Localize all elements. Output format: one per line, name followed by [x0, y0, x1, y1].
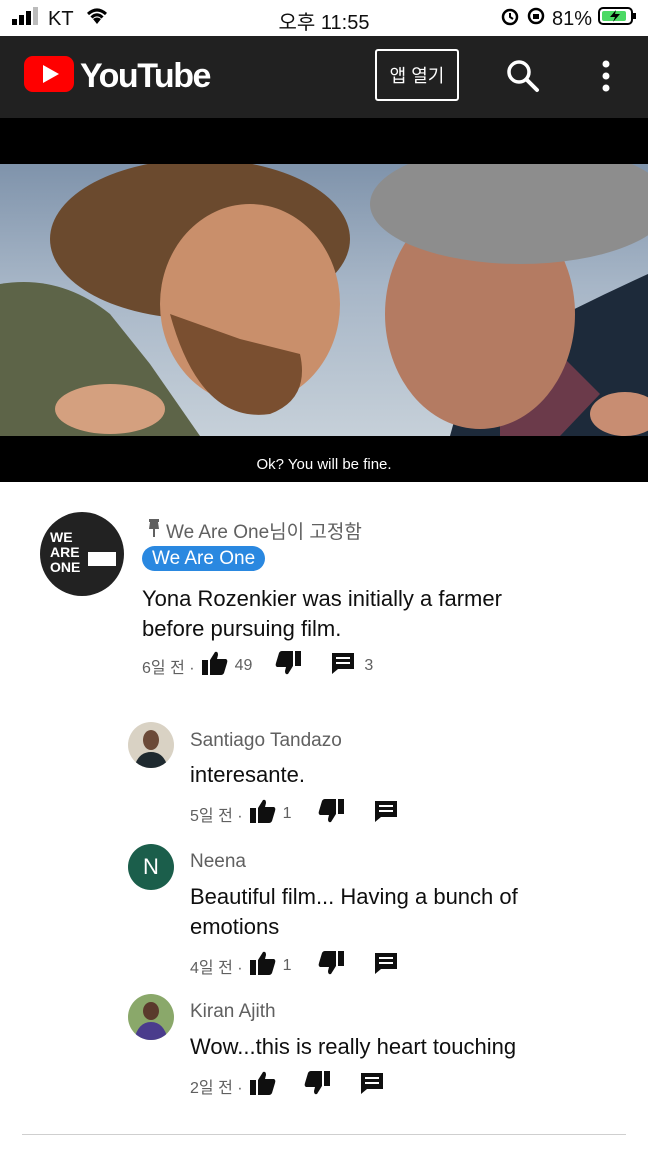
divider	[22, 1134, 626, 1135]
reply-actions: 4일 전 · 1	[190, 950, 399, 981]
alarm-icon	[500, 6, 520, 32]
pinned-comment: WE ARE ONE We Are One님이 고정함 We Are One Y…	[0, 500, 648, 690]
avatar-letter: N	[143, 854, 159, 879]
dislike-icon[interactable]	[274, 650, 302, 681]
battery-percent: 81%	[551, 7, 592, 30]
comment-time: 6일 전 ·	[142, 659, 195, 677]
avatar[interactable]	[128, 994, 174, 1040]
like-count: 49	[234, 656, 253, 674]
reply-item: N Neena Beautiful film... Having a bunch…	[0, 842, 648, 982]
dislike-icon[interactable]	[317, 950, 345, 981]
pin-icon	[146, 518, 162, 543]
dislike-icon[interactable]	[303, 1070, 331, 1101]
reply-icon[interactable]	[359, 1071, 385, 1100]
pinned-label: We Are One님이 고정함	[166, 522, 362, 543]
reply-author[interactable]: Santiago Tandazo	[190, 730, 342, 752]
avatar-graphic	[88, 552, 116, 566]
like-icon[interactable]	[249, 798, 277, 829]
avatar[interactable]	[128, 722, 174, 768]
status-bar: KT 오후 11:55 81%	[0, 0, 648, 36]
reply-time: 5일 전 ·	[190, 807, 243, 825]
video-scene-image	[0, 164, 648, 436]
like-count: 1	[282, 804, 292, 822]
video-subtitle: Ok? You will be fine.	[256, 456, 392, 473]
comment-text: Yona Rozenkier was initially a farmer be…	[142, 586, 502, 641]
reply-author[interactable]: Kiran Ajith	[190, 1001, 276, 1023]
reply-text: Beautiful film... Having a bunch of emot…	[190, 884, 518, 939]
brand-text: YouTube	[80, 57, 211, 95]
reply-author[interactable]: Neena	[190, 851, 246, 873]
like-icon[interactable]	[201, 650, 229, 681]
author-chip-wrap: We Are One	[142, 546, 266, 571]
search-icon[interactable]	[505, 58, 541, 94]
like-icon[interactable]	[249, 1070, 277, 1101]
video-player[interactable]: Ok? You will be fine.	[0, 118, 648, 482]
reply-text: interesante.	[190, 762, 305, 787]
top-app-bar: YouTube 앱 열기	[0, 36, 648, 118]
more-options-icon[interactable]	[594, 58, 618, 94]
reply-text: Wow...this is really heart touching	[190, 1034, 517, 1059]
avatar[interactable]: N	[128, 844, 174, 890]
comment-actions: 6일 전 · 49 3	[142, 650, 373, 681]
open-app-button[interactable]: 앱 열기	[375, 49, 459, 101]
rotation-lock-icon	[526, 6, 546, 32]
battery-charging-icon	[598, 6, 638, 32]
video-frame	[0, 164, 648, 436]
reply-actions: 2일 전 ·	[190, 1070, 385, 1101]
like-icon[interactable]	[249, 950, 277, 981]
reply-item: Santiago Tandazo interesante. 5일 전 · 1	[0, 720, 648, 830]
author-chip[interactable]: We Are One	[142, 546, 266, 571]
reply-time: 4일 전 ·	[190, 959, 243, 977]
youtube-play-icon	[24, 56, 74, 97]
reply-count: 3	[364, 656, 374, 674]
dislike-icon[interactable]	[317, 798, 345, 829]
reply-icon[interactable]	[373, 799, 399, 828]
reply-time: 2일 전 ·	[190, 1079, 243, 1097]
reply-actions: 5일 전 · 1	[190, 798, 399, 829]
reply-icon[interactable]	[330, 651, 356, 680]
youtube-logo[interactable]: YouTube	[24, 56, 211, 97]
avatar[interactable]: WE ARE ONE	[40, 512, 124, 596]
like-count: 1	[282, 956, 292, 974]
reply-icon[interactable]	[373, 951, 399, 980]
avatar-text: WE ARE ONE	[50, 529, 81, 575]
reply-item: Kiran Ajith Wow...this is really heart t…	[0, 992, 648, 1102]
status-right: 81%	[500, 6, 638, 32]
pinned-label-row: We Are One님이 고정함	[146, 517, 362, 544]
